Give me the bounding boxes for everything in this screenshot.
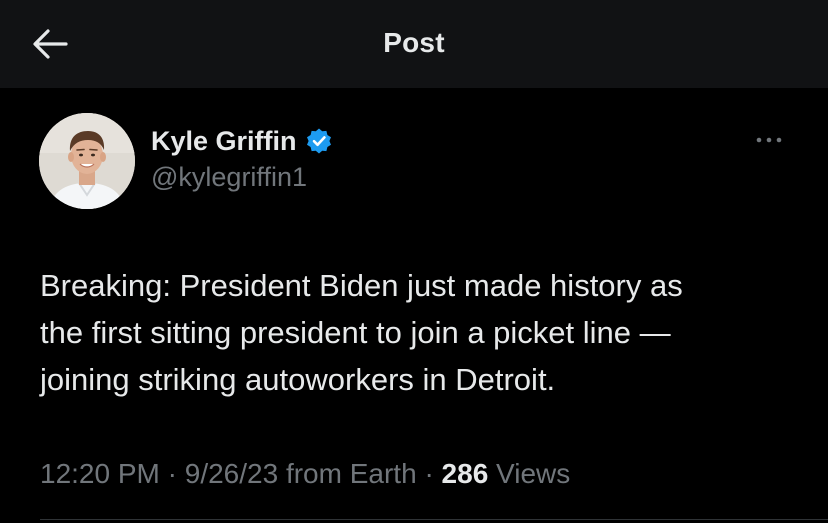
views-count[interactable]: 286 [442,458,489,489]
avatar[interactable] [39,113,135,209]
verified-badge-icon [306,128,331,154]
post-source: from Earth [285,458,417,489]
post-date[interactable]: 9/26/23 [185,458,278,489]
top-bar: Post [0,0,828,88]
author-handle[interactable]: @kylegriffin1 [151,162,307,193]
post-meta: 12:20 PM · 9/26/23 from Earth · 286 View… [40,458,570,490]
more-horizontal-icon [756,137,782,143]
meta-separator: · [167,458,177,489]
post-text: Breaking: President Biden just made hist… [40,268,683,397]
author-name-row: Kyle Griffin [151,123,333,159]
profile-photo [39,113,135,209]
post-time[interactable]: 12:20 PM [40,458,160,489]
author-name[interactable]: Kyle Griffin [151,126,297,157]
more-options-button[interactable] [751,128,791,152]
divider [40,519,828,520]
meta-separator: · [424,458,434,489]
page-title: Post [383,27,445,58]
views-label[interactable]: Views [496,458,570,489]
